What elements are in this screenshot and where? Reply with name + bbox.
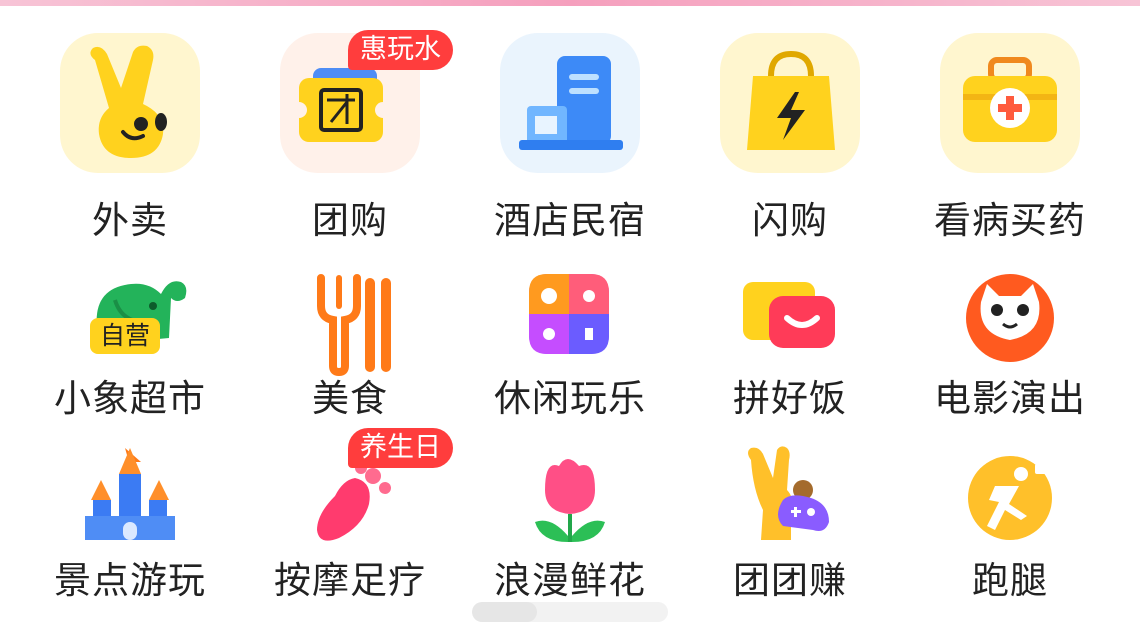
service-tile-pinhaofan[interactable]: 拼好饭 xyxy=(680,228,900,420)
service-tile-massage[interactable]: 养生日 按摩足疗 xyxy=(240,410,460,602)
page-indicator-active xyxy=(472,602,537,622)
service-tile-waimai[interactable]: 外卖 xyxy=(20,0,240,242)
service-tile-attractions[interactable]: 景点游玩 xyxy=(20,410,240,602)
service-tile-medicine[interactable]: 看病买药 xyxy=(900,0,1120,242)
service-label: 按摩足疗 xyxy=(274,559,426,602)
medical-kit-icon xyxy=(937,30,1083,176)
self-operated-tag: 自营 xyxy=(90,318,161,354)
service-tile-tuantuanzhuan[interactable]: 团团赚 xyxy=(680,410,900,602)
service-tile-flowers[interactable]: 浪漫鲜花 xyxy=(460,410,680,602)
service-grid: 外卖 惠玩水 团购 酒店民宿 闪购 看病买药 自营 小象超市 美食 休闲玩乐 拼… xyxy=(0,0,1140,639)
service-label: 团团赚 xyxy=(733,559,847,602)
service-tile-tuangou[interactable]: 惠玩水 团购 xyxy=(240,0,460,242)
promo-badge: 养生日 xyxy=(348,428,453,468)
service-tile-errand[interactable]: 跑腿 xyxy=(900,410,1120,602)
service-label: 跑腿 xyxy=(972,559,1048,602)
service-tile-shangou[interactable]: 闪购 xyxy=(680,0,900,242)
service-tile-hotel[interactable]: 酒店民宿 xyxy=(460,0,680,242)
service-label: 浪漫鲜花 xyxy=(494,559,646,602)
service-tile-supermarket[interactable]: 自营 小象超市 xyxy=(20,228,240,420)
hotel-building-icon xyxy=(497,30,643,176)
kangaroo-ear-icon xyxy=(57,30,203,176)
service-label: 景点游玩 xyxy=(54,559,206,602)
promo-badge: 惠玩水 xyxy=(348,30,453,70)
page-indicator xyxy=(472,602,668,622)
service-tile-food[interactable]: 美食 xyxy=(240,228,460,420)
service-tile-movies[interactable]: 电影演出 xyxy=(900,228,1120,420)
lightning-bag-icon xyxy=(717,30,863,176)
service-tile-leisure[interactable]: 休闲玩乐 xyxy=(460,228,680,420)
